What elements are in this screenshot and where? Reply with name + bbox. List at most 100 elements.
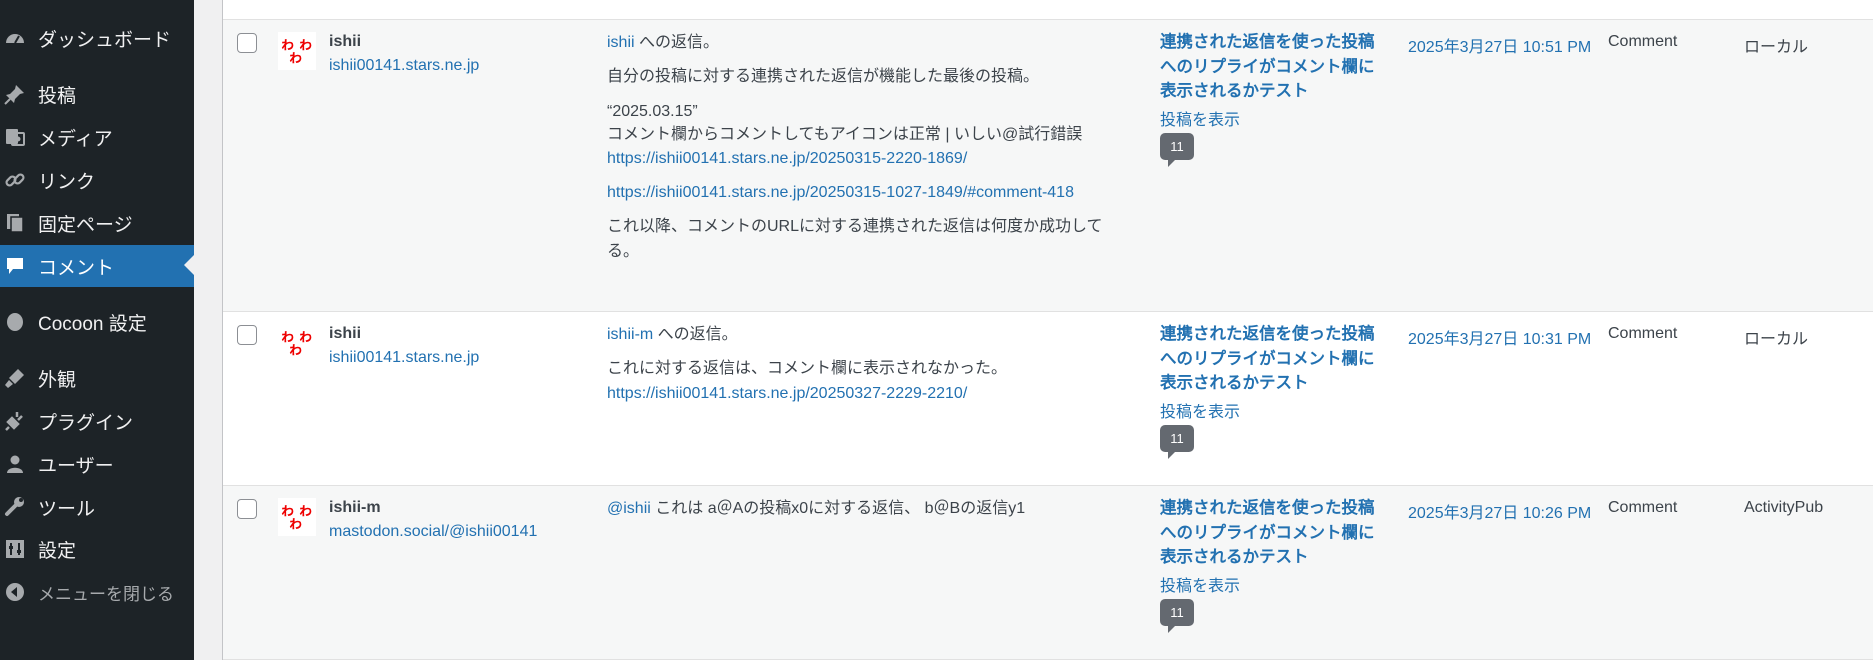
post-title-line: へのリプライがコメント欄に [1160, 57, 1375, 76]
reply-to-link[interactable]: ishii-m [607, 326, 653, 343]
menu-links[interactable]: リンク [0, 160, 194, 200]
menu-label: ダッシュボード [38, 29, 172, 51]
reply-to-line: ishii への返信。 [607, 32, 719, 54]
svg-text:ゎ: ゎ [288, 514, 303, 532]
comments-table: ゎゎゎ ishii ishii00141.stars.ne.jp ishii へ… [222, 0, 1873, 660]
mention-link[interactable]: @ishii [607, 500, 651, 517]
author-url-link[interactable]: mastodon.social/@ishii00141 [329, 523, 537, 541]
settings-icon [4, 538, 26, 560]
comment-quote-title: コメント欄からコメントしてもアイコンは正常 | いしい@試行錯誤 [607, 126, 1083, 143]
admin-sidebar: ダッシュボード 投稿 メディア リンク 固定ページ コメント Cocoon 設定… [0, 0, 194, 660]
menu-dashboard[interactable]: ダッシュボード [0, 18, 194, 58]
author-name: ishii-m [329, 499, 381, 516]
menu-settings[interactable]: 設定 [0, 529, 194, 569]
post-title-line: 表示されるかテスト [1160, 548, 1309, 566]
post-title-line: 表示されるかテスト [1160, 374, 1309, 392]
comment-date-link[interactable]: 2025年3月27日 10:31 PM [1408, 325, 1591, 349]
post-title-line: へのリプライがコメント欄に [1160, 349, 1375, 368]
appearance-icon [4, 367, 26, 389]
link-icon [4, 169, 26, 191]
menu-label: ツール [38, 498, 96, 520]
menu-pages[interactable]: 固定ページ [0, 203, 194, 243]
menu-label: 固定ページ [38, 214, 133, 236]
view-post-link[interactable]: 投稿を表示 [1160, 106, 1240, 130]
avatar: ゎゎゎ [278, 324, 316, 362]
svg-text:ゎ: ゎ [288, 340, 303, 358]
author-url-link[interactable]: ishii00141.stars.ne.jp [329, 349, 479, 367]
menu-appearance[interactable]: 外観 [0, 358, 194, 398]
dashboard-icon [4, 27, 26, 49]
post-title-line: 連携された返信を使った投稿 [1160, 499, 1375, 517]
menu-label: Cocoon 設定 [38, 313, 147, 335]
cocoon-icon [4, 311, 26, 333]
comment-protocol: ローカル [1744, 331, 1809, 348]
post-title-line: へのリプライがコメント欄に [1160, 523, 1375, 542]
table-header-edge [223, 0, 1873, 20]
table-row: ゎゎゎ ishii-m mastodon.social/@ishii00141 … [223, 486, 1873, 660]
menu-users[interactable]: ユーザー [0, 444, 194, 484]
comment-icon [4, 255, 26, 277]
comment-paragraph: 自分の投稿に対する連携された返信が機能した最後の投稿。 [607, 68, 1040, 85]
post-title-link[interactable]: 連携された返信を使った投稿 へのリプライがコメント欄に 表示されるかテスト [1160, 496, 1375, 570]
collapse-menu-button[interactable]: メニューを閉じる [0, 572, 194, 612]
media-icon [4, 126, 26, 148]
menu-label: リンク [38, 171, 96, 193]
comment-count-bubble[interactable]: 11 [1160, 425, 1194, 459]
table-row: ゎゎゎ ishii ishii00141.stars.ne.jp ishii-m… [223, 312, 1873, 486]
menu-label: プラグイン [38, 412, 134, 434]
avatar: ゎゎゎ [278, 498, 316, 536]
main-content: ゎゎゎ ishii ishii00141.stars.ne.jp ishii へ… [194, 0, 1873, 660]
comment-count-bubble[interactable]: 11 [1160, 133, 1194, 167]
view-post-link[interactable]: 投稿を表示 [1160, 572, 1240, 596]
pin-icon [4, 83, 26, 105]
post-title-line: 連携された返信を使った投稿 [1160, 325, 1375, 343]
menu-plugins[interactable]: プラグイン [0, 401, 194, 441]
menu-comments[interactable]: コメント [0, 245, 194, 287]
menu-label: 投稿 [38, 85, 77, 107]
comment-count-bubble[interactable]: 11 [1160, 599, 1194, 633]
menu-label: ユーザー [38, 455, 114, 477]
comment-type: Comment [1608, 325, 1678, 342]
reply-to-line: ishii-m への返信。 [607, 324, 738, 346]
post-title-line: 連携された返信を使った投稿 [1160, 33, 1375, 51]
reply-suffix: への返信。 [634, 34, 720, 51]
page-icon [4, 212, 26, 234]
comment-paragraph: これ以降、コメントのURLに対する連携された返信は何度か成功して [607, 218, 1103, 235]
author-name: ishii [329, 325, 362, 342]
comment-link[interactable]: https://ishii00141.stars.ne.jp/20250315-… [607, 182, 1074, 204]
reply-to-link[interactable]: ishii [607, 34, 635, 51]
author-name: ishii [329, 33, 362, 50]
comment-date-link[interactable]: 2025年3月27日 10:51 PM [1408, 33, 1591, 57]
comment-quote-link[interactable]: https://ishii00141.stars.ne.jp/20250315-… [607, 148, 967, 170]
table-row: ゎゎゎ ishii ishii00141.stars.ne.jp ishii へ… [223, 20, 1873, 312]
menu-media[interactable]: メディア [0, 117, 194, 157]
menu-label: メディア [38, 128, 113, 150]
row-checkbox[interactable] [237, 325, 257, 345]
comment-protocol: ActivityPub [1744, 499, 1824, 516]
plugin-icon [4, 410, 26, 432]
svg-text:ゎ: ゎ [288, 48, 303, 66]
menu-tools[interactable]: ツール [0, 487, 194, 527]
menu-cocoon-settings[interactable]: Cocoon 設定 [0, 302, 194, 342]
menu-label: メニューを閉じる [38, 584, 174, 604]
comment-date-link[interactable]: 2025年3月27日 10:26 PM [1408, 499, 1591, 523]
comment-type: Comment [1608, 499, 1678, 516]
comment-link[interactable]: https://ishii00141.stars.ne.jp/20250327-… [607, 383, 967, 405]
avatar: ゎゎゎ [278, 32, 316, 70]
comment-type: Comment [1608, 33, 1678, 50]
view-post-link[interactable]: 投稿を表示 [1160, 398, 1240, 422]
user-icon [4, 453, 26, 475]
comment-paragraph: これに対する返信は、コメント欄に表示されなかった。 [607, 360, 1008, 377]
row-checkbox[interactable] [237, 499, 257, 519]
comment-text-line: @ishii これは a＠Aの投稿x0に対する返信、 b＠Bの返信y1 [607, 498, 1025, 520]
menu-posts[interactable]: 投稿 [0, 74, 194, 114]
post-title-link[interactable]: 連携された返信を使った投稿 へのリプライがコメント欄に 表示されるかテスト [1160, 30, 1375, 104]
menu-label: コメント [38, 257, 115, 279]
author-url-link[interactable]: ishii00141.stars.ne.jp [329, 57, 479, 75]
post-title-link[interactable]: 連携された返信を使った投稿 へのリプライがコメント欄に 表示されるかテスト [1160, 322, 1375, 396]
comment-paragraph: る。 [607, 243, 640, 260]
menu-label: 外観 [38, 369, 77, 391]
post-title-line: 表示されるかテスト [1160, 82, 1309, 100]
row-checkbox[interactable] [237, 33, 257, 53]
comment-quote-date: “2025.03.15” [607, 103, 698, 120]
